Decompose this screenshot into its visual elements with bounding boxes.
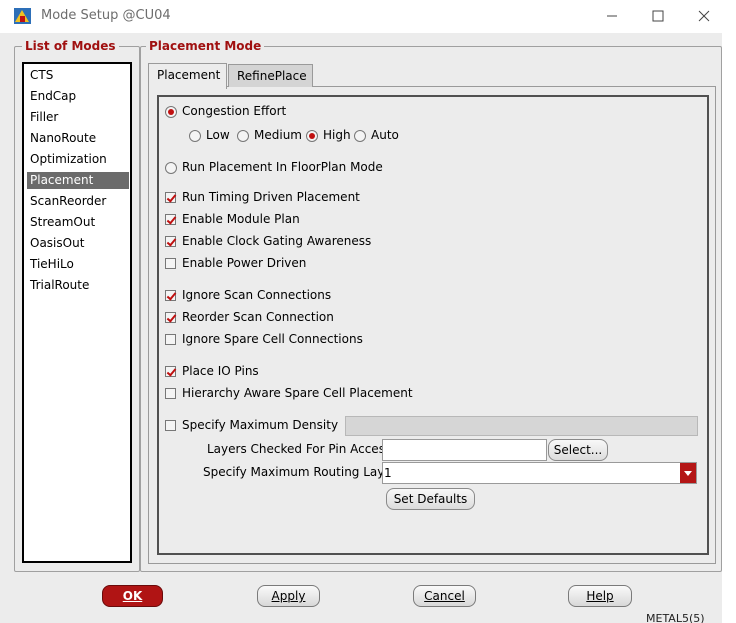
floorplan-mode-label: Run Placement In FloorPlan Mode bbox=[182, 160, 383, 174]
apply-button-label: Apply bbox=[271, 589, 306, 603]
pin-access-input[interactable] bbox=[382, 439, 547, 461]
list-item-streamout[interactable]: StreamOut bbox=[27, 214, 129, 231]
power-driven-checkbox[interactable] bbox=[165, 258, 176, 269]
ignore-spare-label: Ignore Spare Cell Connections bbox=[182, 332, 363, 346]
effort-medium-label: Medium bbox=[254, 128, 302, 142]
congestion-effort-label: Congestion Effort bbox=[182, 104, 287, 118]
effort-low-label: Low bbox=[206, 128, 230, 142]
pin-access-label: Layers Checked For Pin Access bbox=[207, 442, 392, 456]
title-bar[interactable]: Mode Setup @CU04 bbox=[0, 0, 736, 33]
effort-high-label: High bbox=[323, 128, 351, 142]
window-title: Mode Setup @CU04 bbox=[41, 8, 171, 23]
list-item-endcap[interactable]: EndCap bbox=[27, 88, 129, 105]
effort-auto-label: Auto bbox=[371, 128, 399, 142]
close-button[interactable] bbox=[681, 0, 727, 32]
effort-low-radio[interactable] bbox=[189, 130, 201, 142]
app-icon bbox=[14, 8, 31, 24]
max-routing-layer-combo[interactable]: 1 bbox=[382, 462, 697, 484]
power-driven-label: Enable Power Driven bbox=[182, 256, 307, 270]
cancel-button-label: Cancel bbox=[424, 589, 465, 603]
ok-button-label: OK bbox=[122, 589, 143, 603]
place-io-pins-label: Place IO Pins bbox=[182, 364, 259, 378]
list-item-trialroute[interactable]: TrialRoute bbox=[27, 277, 129, 294]
module-plan-label: Enable Module Plan bbox=[182, 212, 300, 226]
max-density-field bbox=[345, 416, 698, 436]
list-item-filler[interactable]: Filler bbox=[27, 109, 129, 126]
ignore-scan-checkbox[interactable] bbox=[165, 290, 176, 301]
list-item-cts[interactable]: CTS bbox=[27, 67, 129, 84]
ok-button[interactable]: OK bbox=[102, 585, 163, 607]
tab-refineplace[interactable]: RefinePlace bbox=[228, 64, 313, 87]
hierarchy-spare-checkbox[interactable] bbox=[165, 388, 176, 399]
clock-gating-label: Enable Clock Gating Awareness bbox=[182, 234, 372, 248]
placement-mode-label: Placement Mode bbox=[146, 39, 265, 53]
background-window-strip bbox=[722, 33, 736, 623]
congestion-effort-radio[interactable] bbox=[165, 106, 177, 118]
list-item-optimization[interactable]: Optimization bbox=[27, 151, 129, 168]
list-item-tiehilo[interactable]: TieHiLo bbox=[27, 256, 129, 273]
max-density-checkbox[interactable] bbox=[165, 420, 176, 431]
effort-medium-radio[interactable] bbox=[237, 130, 249, 142]
list-item-oasisout[interactable]: OasisOut bbox=[27, 235, 129, 252]
list-item-scanreorder[interactable]: ScanReorder bbox=[27, 193, 129, 210]
clock-gating-checkbox[interactable] bbox=[165, 236, 176, 247]
chevron-down-icon[interactable] bbox=[680, 463, 696, 483]
modes-group-label: List of Modes bbox=[22, 39, 119, 53]
apply-button[interactable]: Apply bbox=[257, 585, 320, 607]
modes-listbox[interactable]: CTS EndCap Filler NanoRoute Optimization… bbox=[22, 62, 132, 563]
maximize-icon bbox=[652, 10, 664, 22]
ignore-scan-label: Ignore Scan Connections bbox=[182, 288, 332, 302]
reorder-scan-label: Reorder Scan Connection bbox=[182, 310, 334, 324]
help-button[interactable]: Help bbox=[568, 585, 632, 607]
module-plan-checkbox[interactable] bbox=[165, 214, 176, 225]
select-layers-button[interactable]: Select... bbox=[548, 439, 608, 461]
effort-auto-radio[interactable] bbox=[354, 130, 366, 142]
floorplan-mode-radio[interactable] bbox=[165, 162, 177, 174]
timing-driven-checkbox[interactable] bbox=[165, 192, 176, 203]
hierarchy-spare-label: Hierarchy Aware Spare Cell Placement bbox=[182, 386, 413, 400]
list-item-nanoroute[interactable]: NanoRoute bbox=[27, 130, 129, 147]
list-item-placement[interactable]: Placement bbox=[27, 172, 129, 189]
max-routing-layer-value: 1 bbox=[384, 466, 392, 480]
place-io-pins-checkbox[interactable] bbox=[165, 366, 176, 377]
background-text: METAL5(5) bbox=[646, 612, 705, 623]
tab-placement[interactable]: Placement bbox=[148, 63, 227, 89]
close-icon bbox=[698, 10, 710, 22]
cancel-button[interactable]: Cancel bbox=[413, 585, 476, 607]
minimize-button[interactable] bbox=[589, 0, 635, 32]
timing-driven-label: Run Timing Driven Placement bbox=[182, 190, 360, 204]
minimize-icon bbox=[607, 15, 617, 17]
max-density-label: Specify Maximum Density bbox=[182, 418, 339, 432]
effort-high-radio[interactable] bbox=[306, 130, 318, 142]
ignore-spare-checkbox[interactable] bbox=[165, 334, 176, 345]
maximize-button[interactable] bbox=[635, 0, 681, 32]
max-routing-layer-label: Specify Maximum Routing Layer bbox=[203, 465, 397, 479]
help-button-label: Help bbox=[586, 589, 614, 603]
reorder-scan-checkbox[interactable] bbox=[165, 312, 176, 323]
set-defaults-button[interactable]: Set Defaults bbox=[386, 488, 475, 510]
